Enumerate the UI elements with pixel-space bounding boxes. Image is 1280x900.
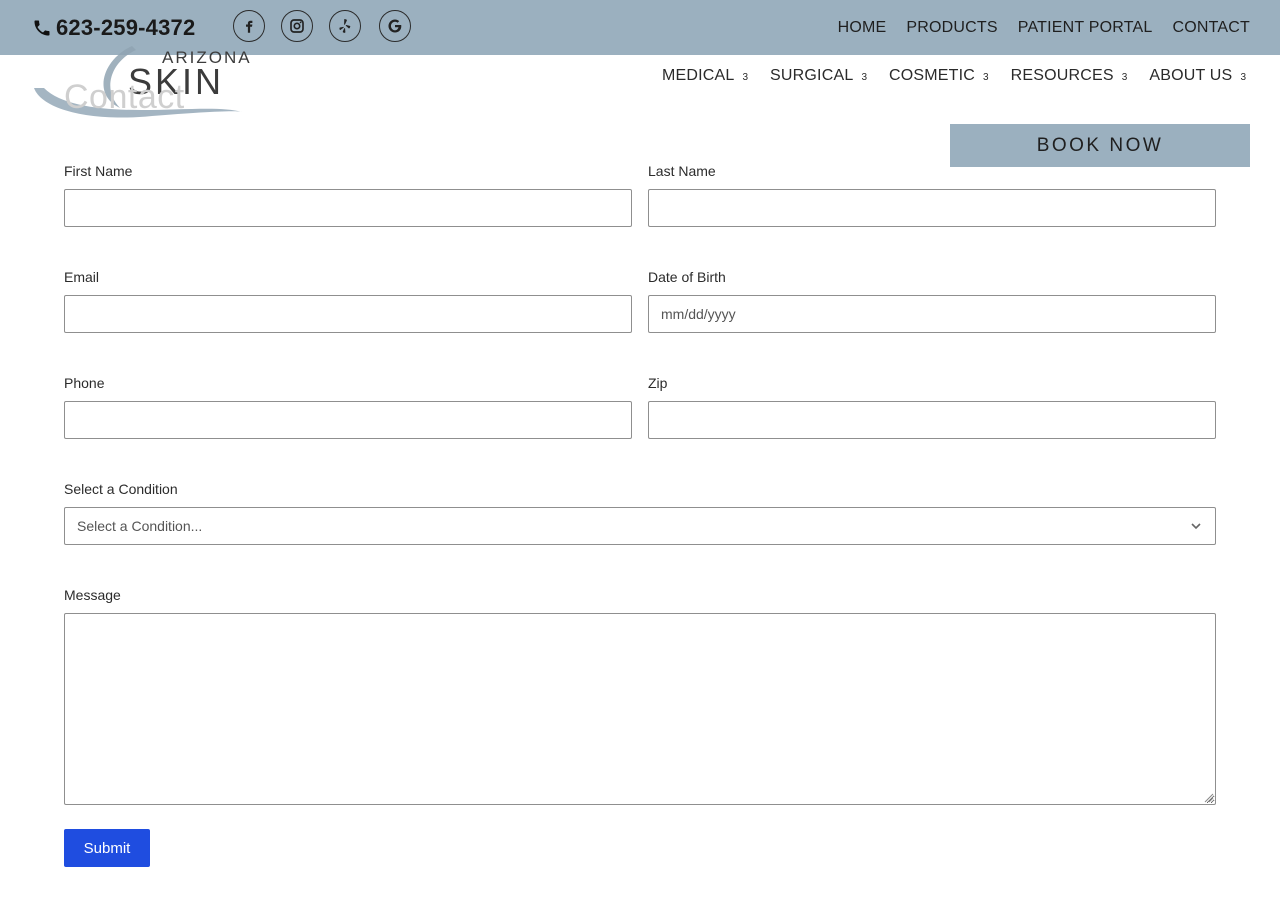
message-textarea[interactable] xyxy=(64,613,1216,805)
phone-number: 623-259-4372 xyxy=(56,15,196,40)
top-link-products[interactable]: PRODUCTS xyxy=(906,19,997,37)
main-nav: MEDICAL 3 SURGICAL 3 COSMETIC 3 RESOURCE… xyxy=(662,67,1246,85)
page-title: Contact xyxy=(64,78,185,116)
zip-label: Zip xyxy=(648,375,668,391)
first-name-label: First Name xyxy=(64,163,133,179)
phone-link[interactable]: 623-259-4372 xyxy=(32,14,195,42)
chevron-down-icon: 3 xyxy=(861,71,867,83)
chevron-down-icon xyxy=(1191,523,1201,530)
condition-select[interactable]: Select a Condition... xyxy=(64,507,1216,545)
nav-item-about-us[interactable]: ABOUT US 3 xyxy=(1149,67,1246,85)
yelp-link[interactable] xyxy=(329,10,361,42)
yelp-icon xyxy=(339,19,351,33)
last-name-label: Last Name xyxy=(648,163,716,179)
email-label: Email xyxy=(64,269,100,285)
social-links xyxy=(233,10,411,42)
nav-label: RESOURCES xyxy=(1010,67,1114,84)
book-now-button[interactable]: BOOK NOW xyxy=(950,124,1250,167)
instagram-link[interactable] xyxy=(281,10,313,42)
phone-input[interactable] xyxy=(64,401,632,439)
chevron-down-icon: 3 xyxy=(742,71,749,83)
condition-select-value: Select a Condition... xyxy=(77,518,203,534)
email-input[interactable] xyxy=(64,295,632,333)
submit-button[interactable]: Submit xyxy=(64,829,150,867)
nav-label: ABOUT US xyxy=(1149,67,1233,84)
condition-label: Select a Condition xyxy=(64,481,178,497)
message-label: Message xyxy=(64,587,121,603)
instagram-icon xyxy=(290,19,304,33)
nav-item-surgical[interactable]: SURGICAL 3 xyxy=(770,67,867,85)
top-link-contact[interactable]: CONTACT xyxy=(1172,19,1250,37)
last-name-input[interactable] xyxy=(648,189,1216,227)
nav-item-resources[interactable]: RESOURCES 3 xyxy=(1011,67,1128,85)
first-name-input[interactable] xyxy=(64,189,632,227)
phone-label: Phone xyxy=(64,375,105,391)
facebook-link[interactable] xyxy=(233,10,265,42)
resize-grip-icon[interactable] xyxy=(1203,792,1214,803)
nav-label: SURGICAL xyxy=(770,67,854,84)
top-link-home[interactable]: HOME xyxy=(838,19,887,37)
top-links: HOME PRODUCTS PATIENT PORTAL CONTACT xyxy=(838,19,1250,37)
nav-label: MEDICAL xyxy=(661,67,735,84)
zip-input[interactable] xyxy=(648,401,1216,439)
google-icon xyxy=(388,19,402,33)
nav-item-cosmetic[interactable]: COSMETIC 3 xyxy=(889,67,989,85)
nav-item-medical[interactable]: MEDICAL 3 xyxy=(662,67,748,85)
top-link-patient-portal[interactable]: PATIENT PORTAL xyxy=(1018,19,1153,37)
facebook-icon xyxy=(246,20,253,33)
google-link[interactable] xyxy=(379,10,411,42)
chevron-down-icon: 3 xyxy=(1121,71,1128,83)
chevron-down-icon: 3 xyxy=(983,71,989,83)
phone-icon xyxy=(34,20,50,36)
dob-input[interactable] xyxy=(648,295,1216,333)
dob-label: Date of Birth xyxy=(648,269,726,285)
nav-label: COSMETIC xyxy=(889,67,976,84)
chevron-down-icon: 3 xyxy=(1240,71,1246,83)
